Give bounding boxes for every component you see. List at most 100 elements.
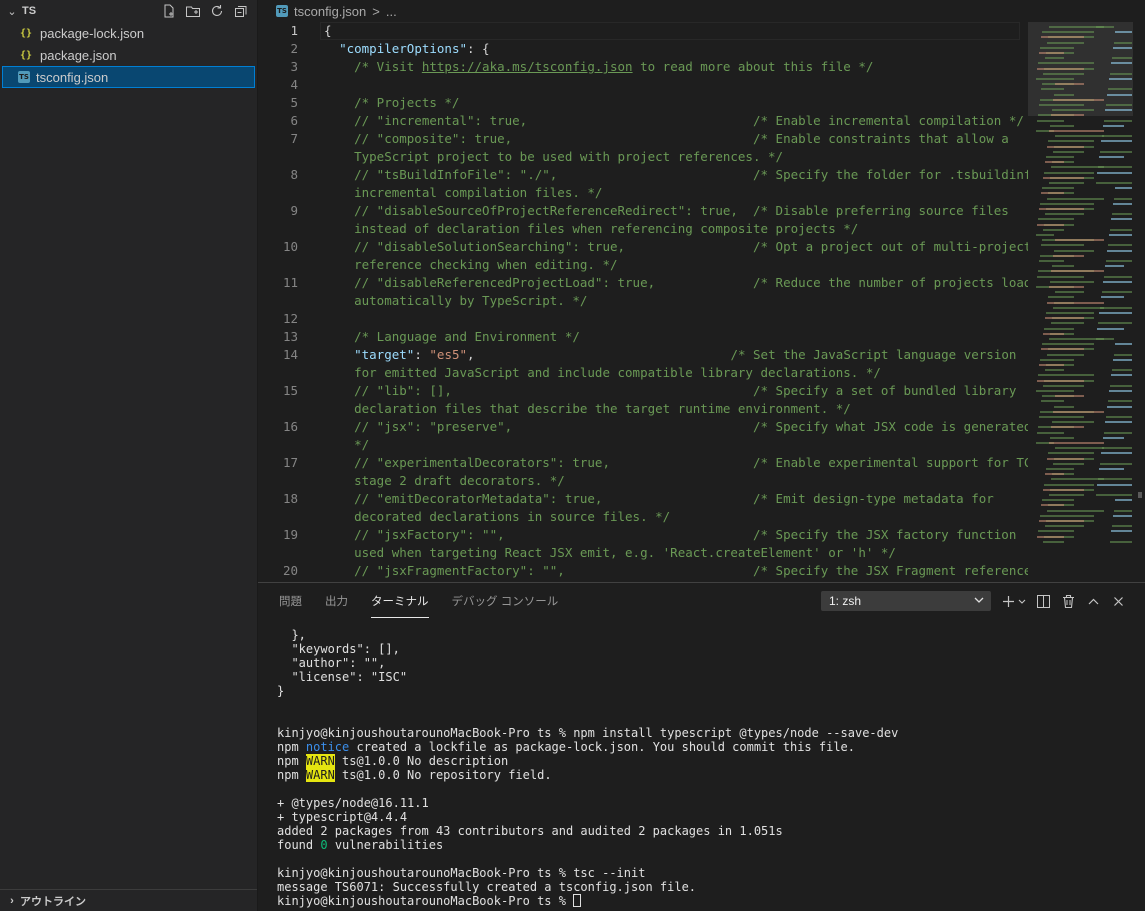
new-folder-icon[interactable] <box>185 3 201 19</box>
code-line: incremental compilation files. */ <box>258 184 1028 202</box>
minimap-line <box>1050 280 1094 283</box>
explorer-sidebar: ⌄ TS {} package-lock.json {} package.jso… <box>0 0 258 911</box>
minimap-line <box>1052 421 1094 424</box>
code-text-area[interactable]: 1{2 "compilerOptions": {3 /* Visit https… <box>258 22 1028 582</box>
code-content: // "disableReferencedProjectLoad": true,… <box>324 274 1028 292</box>
breadcrumb-file[interactable]: tsconfig.json <box>294 4 366 19</box>
minimap-line <box>1100 150 1132 153</box>
terminal-select[interactable]: 1: zsh <box>821 591 991 611</box>
line-number: 15 <box>282 383 298 398</box>
minimap-line <box>1047 353 1084 356</box>
minimap-line <box>1052 109 1094 112</box>
minimap-line <box>1050 124 1074 127</box>
new-file-icon[interactable] <box>161 3 177 19</box>
terminal-text: WARN <box>305 754 335 768</box>
minimap-line <box>1110 228 1132 231</box>
minimap-line <box>1039 104 1084 106</box>
minimap-line <box>1111 530 1132 533</box>
minimap-line <box>1103 280 1132 283</box>
scrollbar-thumb[interactable] <box>1138 492 1142 498</box>
code-line: 17 // "experimentalDecorators": true, /*… <box>258 454 1028 472</box>
split-terminal-icon[interactable] <box>1035 593 1052 610</box>
code-content: // "jsx": "preserve", /* Specify what JS… <box>324 418 1028 436</box>
code-line: 13 /* Language and Environment */ <box>258 328 1028 346</box>
breadcrumb-more[interactable]: ... <box>386 4 397 19</box>
file-item-package-lock[interactable]: {} package-lock.json <box>0 22 257 44</box>
close-icon[interactable] <box>1110 593 1127 610</box>
minimap-line <box>1109 234 1132 236</box>
minimap-line <box>1113 358 1132 361</box>
code-content: for emitted JavaScript and include compa… <box>324 364 881 382</box>
code-content: // "disableSourceOfProjectReferenceRedir… <box>324 202 1009 220</box>
chevron-down-icon[interactable] <box>1017 593 1027 610</box>
minimap-line <box>1046 312 1094 314</box>
minimap-line <box>1043 332 1064 335</box>
minimap-line <box>1043 72 1084 75</box>
code-content: */ <box>324 436 369 454</box>
minimap-line <box>1039 208 1084 210</box>
minimap-line <box>1112 525 1132 528</box>
tab-debug-console[interactable]: デバッグ コンソール <box>452 583 559 619</box>
terminal-text: kinjyo@kinjoushoutarounoMacBook-Pro ts %… <box>277 726 899 740</box>
code-token: // "lib": [], /* Specify a set of bundle… <box>324 383 1017 398</box>
minimap-line <box>1049 338 1104 340</box>
minimap-line <box>1039 520 1084 522</box>
minimap-line <box>1042 343 1094 346</box>
explorer-folder-header[interactable]: ⌄ TS <box>0 0 257 22</box>
minimap-line <box>1055 291 1084 294</box>
minimap-line <box>1107 405 1132 408</box>
minimap[interactable] <box>1028 22 1133 550</box>
minimap-line <box>1103 124 1124 127</box>
tab-output[interactable]: 出力 <box>325 583 348 619</box>
minimap-line <box>1045 213 1084 216</box>
minimap-line <box>1039 260 1064 262</box>
code-content: declaration files that describe the targ… <box>324 400 851 418</box>
minimap-line <box>1042 499 1074 502</box>
collapse-all-icon[interactable] <box>233 3 249 19</box>
code-content: // "jsxFactory": "", /* Specify the JSX … <box>324 526 1016 544</box>
code-content: used when targeting React JSX emit, e.g.… <box>324 544 896 562</box>
outline-label: アウトライン <box>20 895 86 908</box>
typescript-file-icon: TS <box>276 5 288 17</box>
minimap-line <box>1048 296 1074 299</box>
terminal-line: "keywords": [], <box>277 642 1137 656</box>
file-item-package[interactable]: {} package.json <box>0 44 257 66</box>
trash-icon[interactable] <box>1060 593 1077 610</box>
editor-scrollbar[interactable] <box>1136 22 1144 580</box>
minimap-line <box>1105 109 1132 112</box>
code-line: 2 "compilerOptions": { <box>258 40 1028 58</box>
code-content: decorated declarations in source files. … <box>324 508 670 526</box>
code-line: automatically by TypeScript. */ <box>258 292 1028 310</box>
code-content: { <box>324 22 332 40</box>
code-token: /* Set the JavaScript language version <box>730 347 1017 362</box>
minimap-line <box>1037 431 1064 434</box>
minimap-line <box>1040 46 1074 49</box>
new-terminal-icon[interactable] <box>1000 593 1017 610</box>
minimap-line <box>1049 494 1084 496</box>
minimap-line <box>1049 26 1104 28</box>
code-link[interactable]: https://aka.ms/tsconfig.json <box>422 59 633 74</box>
minimap-line <box>1055 135 1104 138</box>
tab-problems[interactable]: 問題 <box>279 583 302 619</box>
terminal-text: }, <box>277 628 306 642</box>
minimap-line <box>1108 88 1132 91</box>
code-token: used when targeting React JSX emit, e.g.… <box>324 545 896 560</box>
outline-section-header[interactable]: › アウトライン <box>0 889 257 911</box>
minimap-line <box>1047 457 1084 460</box>
code-token: // "jsxFactory": "", /* Specify the JSX … <box>324 527 1017 542</box>
terminal-output[interactable]: }, "keywords": [], "author": "", "licens… <box>277 628 1137 908</box>
tab-terminal[interactable]: ターミナル <box>371 583 429 619</box>
minimap-line <box>1053 150 1084 153</box>
refresh-icon[interactable] <box>209 3 225 19</box>
terminal-select-value: 1: zsh <box>829 594 862 608</box>
minimap-line <box>1048 452 1094 455</box>
code-line: instead of declaration files when refere… <box>258 220 1028 238</box>
code-token: : <box>414 347 430 362</box>
minimap-line <box>1054 249 1094 252</box>
minimap-line <box>1100 462 1132 465</box>
maximize-panel-icon[interactable] <box>1085 593 1102 610</box>
minimap-line <box>1105 421 1132 424</box>
file-item-tsconfig[interactable]: TS tsconfig.json <box>2 66 255 88</box>
